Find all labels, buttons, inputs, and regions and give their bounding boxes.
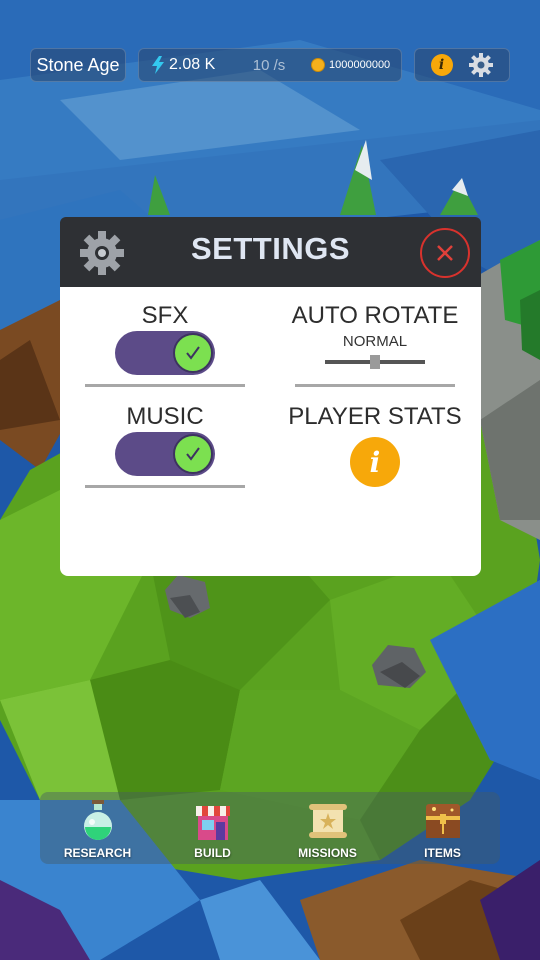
close-icon bbox=[437, 245, 453, 261]
scroll-icon bbox=[309, 804, 347, 838]
settings-dialog: SETTINGS SFX MUSIC AUTO ROTATE NORMAL PL… bbox=[60, 217, 481, 576]
nav-items[interactable]: ITEMS bbox=[385, 792, 500, 864]
sfx-toggle-knob bbox=[173, 333, 213, 373]
coin-amount: 1000000000 bbox=[329, 59, 391, 71]
energy-rate: 10 /s bbox=[252, 56, 286, 74]
settings-body: SFX MUSIC AUTO ROTATE NORMAL PLAYER STAT… bbox=[60, 287, 481, 576]
nav-missions-label: MISSIONS bbox=[298, 846, 357, 860]
nav-research[interactable]: RESEARCH bbox=[40, 792, 155, 864]
close-button[interactable] bbox=[420, 228, 470, 278]
nav-build-label: BUILD bbox=[194, 846, 231, 860]
info-icon[interactable]: i bbox=[430, 54, 453, 76]
bottom-nav: RESEARCH BUILD MISSIONS ITEMS bbox=[40, 792, 500, 864]
divider bbox=[85, 485, 245, 488]
nav-build[interactable]: BUILD bbox=[155, 792, 270, 864]
player-stats-info-icon[interactable]: i bbox=[350, 437, 400, 487]
sfx-label: SFX bbox=[141, 302, 189, 329]
divider bbox=[85, 384, 245, 387]
auto-rotate-value: NORMAL bbox=[342, 333, 408, 350]
check-icon bbox=[186, 447, 200, 461]
settings-header: SETTINGS bbox=[60, 217, 481, 287]
nav-items-label: ITEMS bbox=[424, 846, 461, 860]
auto-rotate-slider-thumb[interactable] bbox=[370, 355, 380, 369]
nav-missions[interactable]: MISSIONS bbox=[270, 792, 385, 864]
music-toggle-knob bbox=[173, 434, 213, 474]
check-icon bbox=[186, 346, 200, 360]
nav-research-label: RESEARCH bbox=[63, 846, 132, 860]
coin-icon bbox=[311, 58, 325, 72]
shop-icon bbox=[196, 806, 230, 840]
player-stats-label: PLAYER STATS bbox=[288, 403, 462, 430]
sfx-toggle[interactable] bbox=[115, 331, 215, 375]
divider bbox=[295, 384, 455, 387]
music-label: MUSIC bbox=[126, 403, 204, 430]
chest-icon bbox=[426, 804, 460, 838]
era-label: Stone Age bbox=[36, 54, 120, 75]
settings-title: SETTINGS bbox=[190, 231, 350, 266]
era-badge: Stone Age bbox=[30, 48, 126, 82]
potion-icon bbox=[84, 800, 112, 840]
resource-bar: 2.08 K 10 /s 1000000000 bbox=[138, 48, 402, 82]
music-toggle[interactable] bbox=[115, 432, 215, 476]
energy-amount: 2.08 K bbox=[169, 56, 216, 73]
auto-rotate-label: AUTO ROTATE bbox=[291, 302, 459, 329]
lightning-icon bbox=[152, 56, 164, 74]
hud-tools: i bbox=[414, 48, 510, 82]
gear-icon[interactable] bbox=[468, 52, 494, 78]
